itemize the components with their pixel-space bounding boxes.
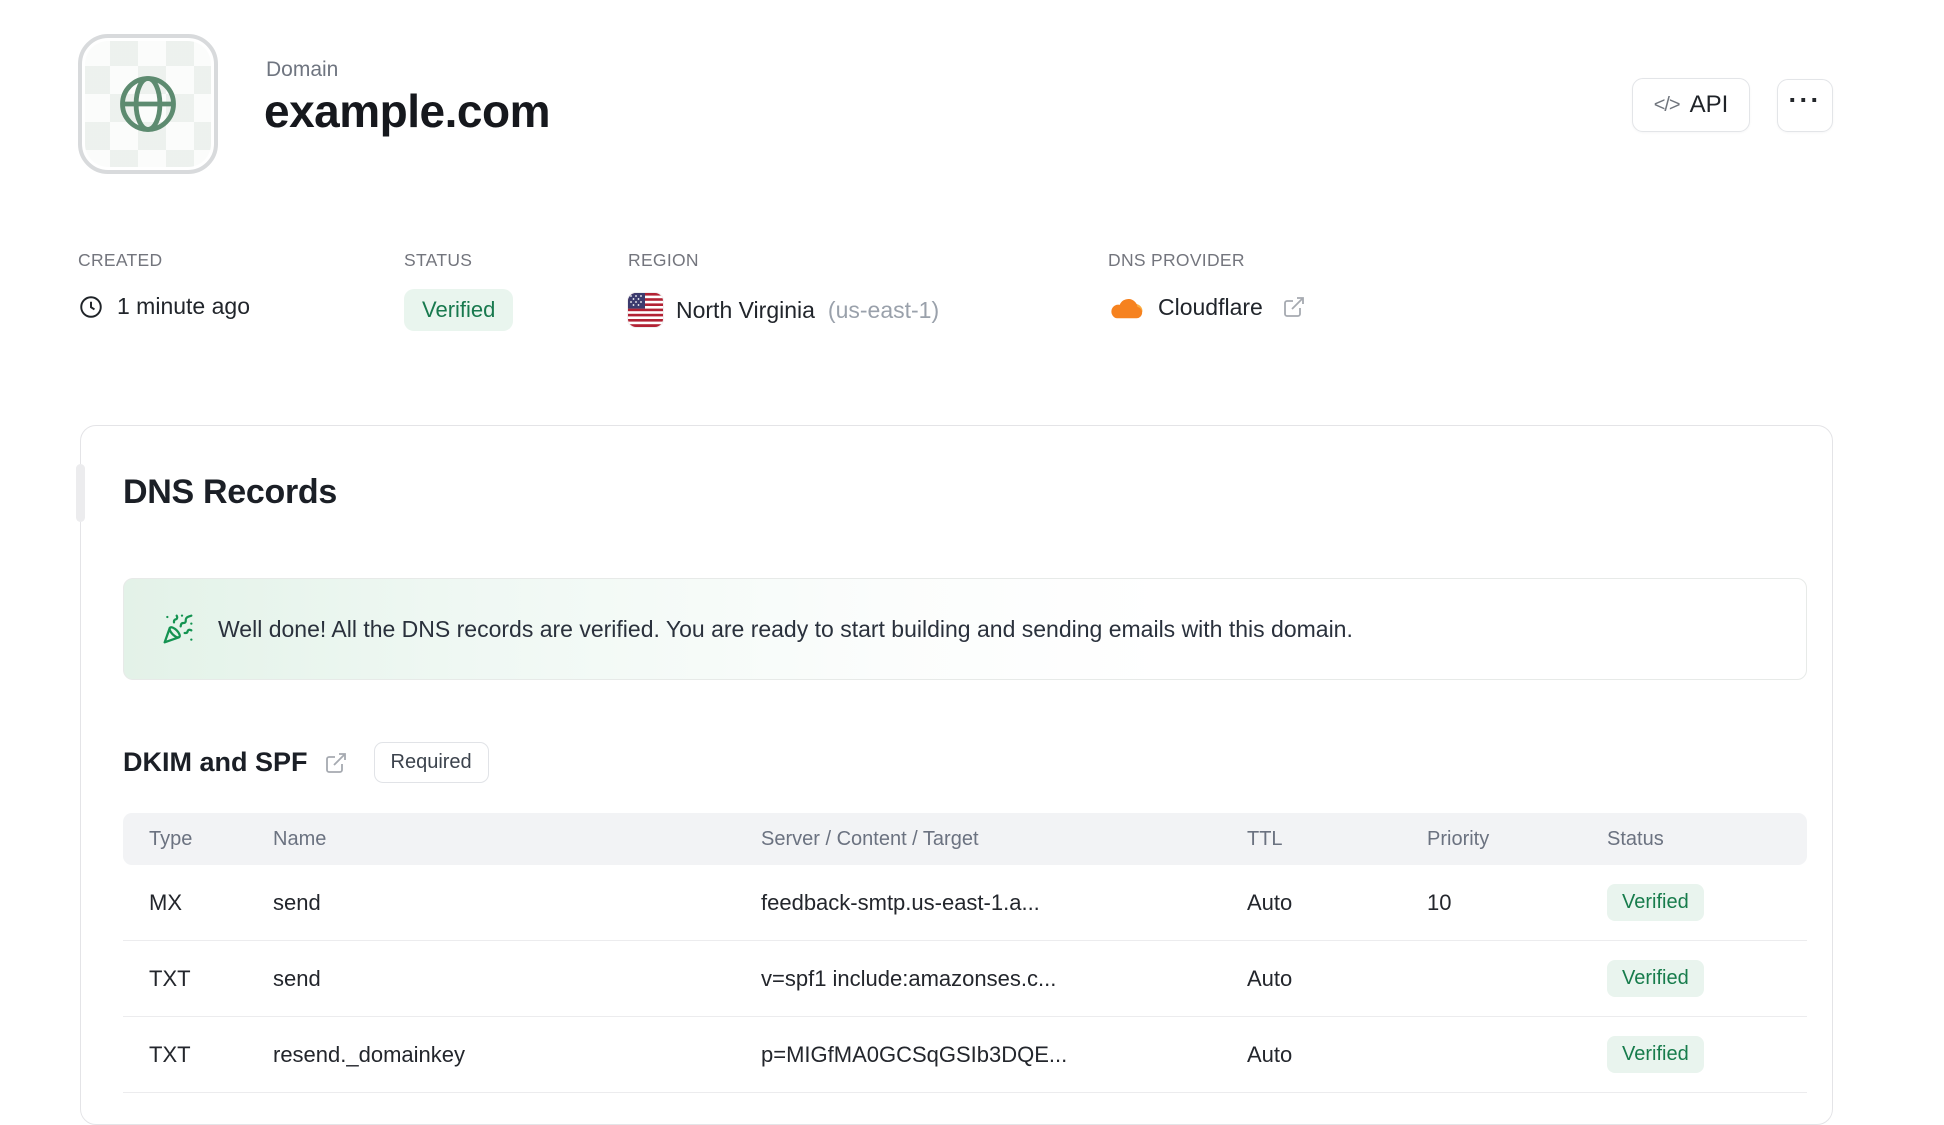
cell-content: feedback-smtp.us-east-1.a... (761, 889, 1040, 915)
clock-icon (78, 294, 104, 320)
dns-records-card: DNS Records Well done! All the DNS recor… (76, 425, 1833, 1125)
external-link-icon[interactable] (1282, 295, 1306, 319)
dkim-spf-title: DKIM and SPF (123, 747, 308, 777)
cell-type: TXT (149, 965, 191, 991)
globe-icon (114, 70, 182, 138)
created-value: 1 minute ago (117, 293, 250, 319)
col-ttl: TTL (1247, 827, 1283, 850)
success-banner-text: Well done! All the DNS records are verif… (218, 615, 1353, 642)
ellipsis-icon: ··· (1788, 85, 1822, 115)
col-content: Server / Content / Target (761, 827, 979, 850)
cell-type: MX (149, 889, 182, 915)
domain-eyebrow: Domain (266, 58, 339, 81)
table-row[interactable]: MX send feedback-smtp.us-east-1.a... Aut… (123, 865, 1807, 941)
dns-provider-value: Cloudflare (1158, 293, 1263, 320)
more-options-button[interactable]: ··· (1777, 79, 1833, 132)
cell-name: send (273, 965, 321, 991)
status-badge: Verified (404, 289, 514, 331)
dkim-spf-section-header: DKIM and SPF Required (123, 742, 1805, 783)
verified-badge: Verified (1607, 884, 1704, 921)
party-popper-icon (162, 613, 194, 645)
created-label: CREATED (78, 250, 163, 270)
cell-type: TXT (149, 1041, 191, 1067)
region-label: REGION (628, 250, 699, 270)
api-button[interactable]: </> API (1632, 78, 1750, 132)
col-priority: Priority (1427, 827, 1490, 850)
cell-status: Verified (1607, 960, 1807, 997)
cell-name: resend._domainkey (273, 1041, 466, 1067)
cell-priority: 10 (1427, 889, 1452, 915)
col-name: Name (273, 827, 327, 850)
code-icon: </> (1653, 93, 1681, 116)
cell-content: p=MIGfMA0GCSqGSIb3DQE... (761, 1041, 1068, 1067)
dns-records-table: Type Name Server / Content / Target TTL … (123, 813, 1807, 1093)
meta-status: STATUS Verified (404, 250, 514, 331)
verified-badge: Verified (1607, 1036, 1704, 1073)
table-row[interactable]: TXT send v=spf1 include:amazonses.c... A… (123, 941, 1807, 1017)
col-status: Status (1607, 827, 1664, 850)
cell-ttl: Auto (1247, 965, 1293, 991)
page-title: example.com (264, 85, 550, 137)
region-code: (us-east-1) (827, 296, 940, 323)
meta-created: CREATED 1 minute ago (78, 250, 250, 320)
status-label: STATUS (404, 250, 473, 270)
verified-badge: Verified (1607, 960, 1704, 997)
dns-provider-label: DNS PROVIDER (1108, 250, 1245, 270)
required-badge: Required (373, 742, 489, 783)
external-link-icon[interactable] (324, 751, 348, 775)
cell-status: Verified (1607, 1036, 1807, 1073)
section-scroll-indicator (76, 464, 85, 522)
cell-ttl: Auto (1247, 1041, 1293, 1067)
dns-records-title: DNS Records (123, 473, 337, 511)
us-flag-icon (628, 293, 663, 327)
meta-region: REGION North Virginia (us-east-1) (628, 250, 939, 327)
cell-status: Verified (1607, 884, 1807, 921)
table-header-row: Type Name Server / Content / Target TTL … (123, 813, 1807, 865)
cell-ttl: Auto (1247, 889, 1293, 915)
cell-content: v=spf1 include:amazonses.c... (761, 965, 1057, 991)
region-value: North Virginia (676, 296, 815, 323)
meta-dns-provider: DNS PROVIDER Cloudflare (1108, 250, 1306, 321)
api-button-label: API (1689, 91, 1729, 118)
success-banner: Well done! All the DNS records are verif… (123, 578, 1807, 680)
table-row[interactable]: TXT resend._domainkey p=MIGfMA0GCSqGSIb3… (123, 1017, 1807, 1093)
domain-avatar (78, 34, 218, 174)
cell-name: send (273, 889, 321, 915)
col-type: Type (149, 827, 193, 850)
cloudflare-icon (1108, 293, 1145, 321)
